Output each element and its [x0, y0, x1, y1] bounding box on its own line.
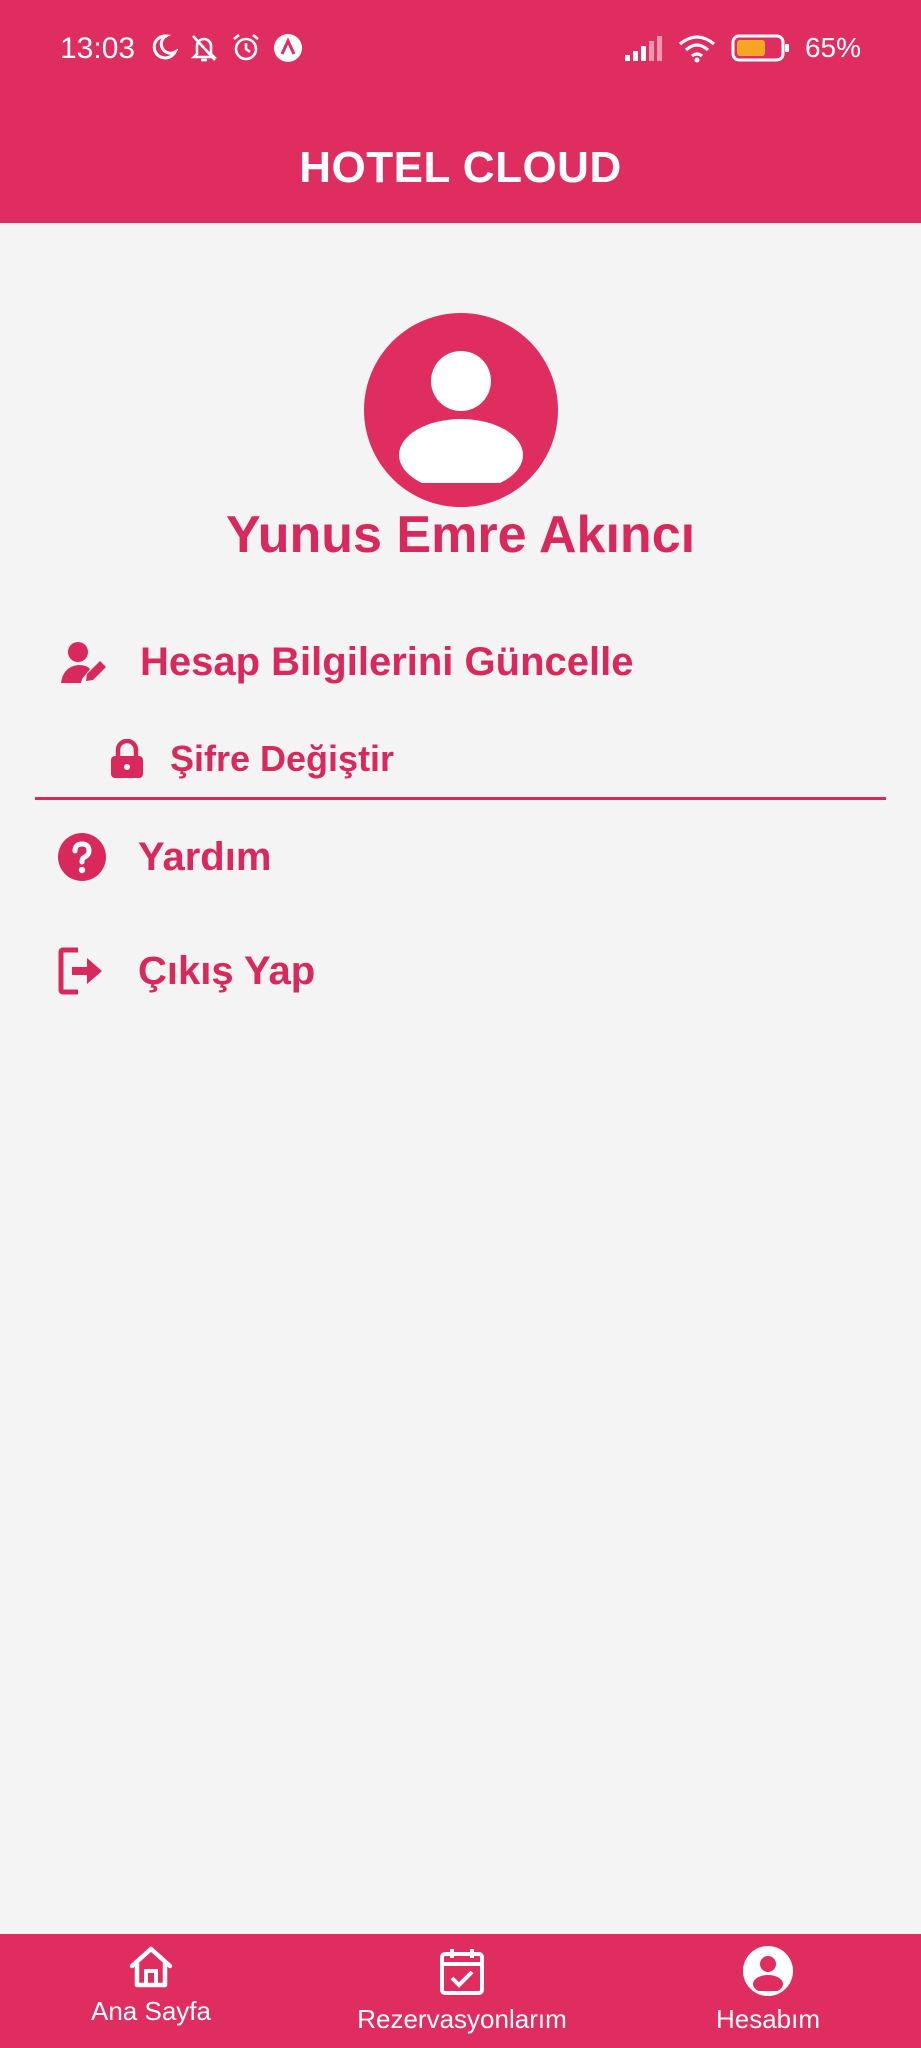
status-icons-left [148, 32, 304, 64]
nav-reservations-label: Rezervasyonlarım [357, 2004, 567, 2034]
account-circle-icon [743, 1946, 793, 1996]
logout-button[interactable]: Çıkış Yap [58, 947, 315, 995]
help-label: Yardım [138, 834, 272, 879]
status-icons-right: 65% [623, 32, 861, 64]
battery-icon [731, 34, 789, 62]
signal-icon [624, 36, 662, 61]
lock-icon [111, 739, 143, 778]
user-avatar-icon [364, 313, 558, 507]
app-notification-icon [274, 34, 302, 62]
battery-percent: 65% [804, 32, 861, 63]
alarm-icon [233, 33, 259, 61]
help-button[interactable]: Yardım [58, 833, 271, 881]
wifi-icon [678, 35, 715, 63]
update-account-button[interactable]: Hesap Bilgilerini Güncelle [60, 640, 633, 685]
user-name: Yunus Emre Akıncı [225, 506, 696, 564]
user-edit-icon [61, 641, 106, 683]
update-account-label: Hesap Bilgilerini Güncelle [140, 640, 634, 684]
nav-home-label: Ana Sayfa [91, 1996, 211, 2026]
logout-icon [58, 947, 102, 995]
avatar [364, 313, 558, 507]
moon-icon [152, 34, 178, 60]
nav-account[interactable]: Hesabım [700, 1946, 836, 2035]
bottom-navigation: Ana Sayfa Rezervasyonlarım Hesabım [0, 1934, 921, 2048]
help-circle-icon [58, 833, 106, 881]
logout-label: Çıkış Yap [138, 948, 316, 993]
nav-account-label: Hesabım [715, 2004, 821, 2034]
app-title: HOTEL CLOUD [299, 143, 622, 192]
nav-home[interactable]: Ana Sayfa [86, 1946, 216, 2027]
nav-reservations[interactable]: Rezervasyonlarım [340, 1946, 584, 2035]
menu-divider [35, 797, 886, 800]
change-password-label: Şifre Değiştir [170, 738, 395, 779]
bell-off-icon [190, 35, 218, 62]
status-bar: 13:03 65% [0, 0, 921, 100]
account-screen: 13:03 65% HOTEL CLOUD Yunus Emre Akıncı … [0, 0, 921, 2048]
calendar-check-icon [440, 1949, 484, 1995]
change-password-button[interactable]: Şifre Değiştir [110, 738, 394, 780]
status-time: 13:03 [60, 32, 136, 65]
app-header: 13:03 65% HOTEL CLOUD [0, 0, 921, 223]
home-icon [129, 1946, 173, 1988]
